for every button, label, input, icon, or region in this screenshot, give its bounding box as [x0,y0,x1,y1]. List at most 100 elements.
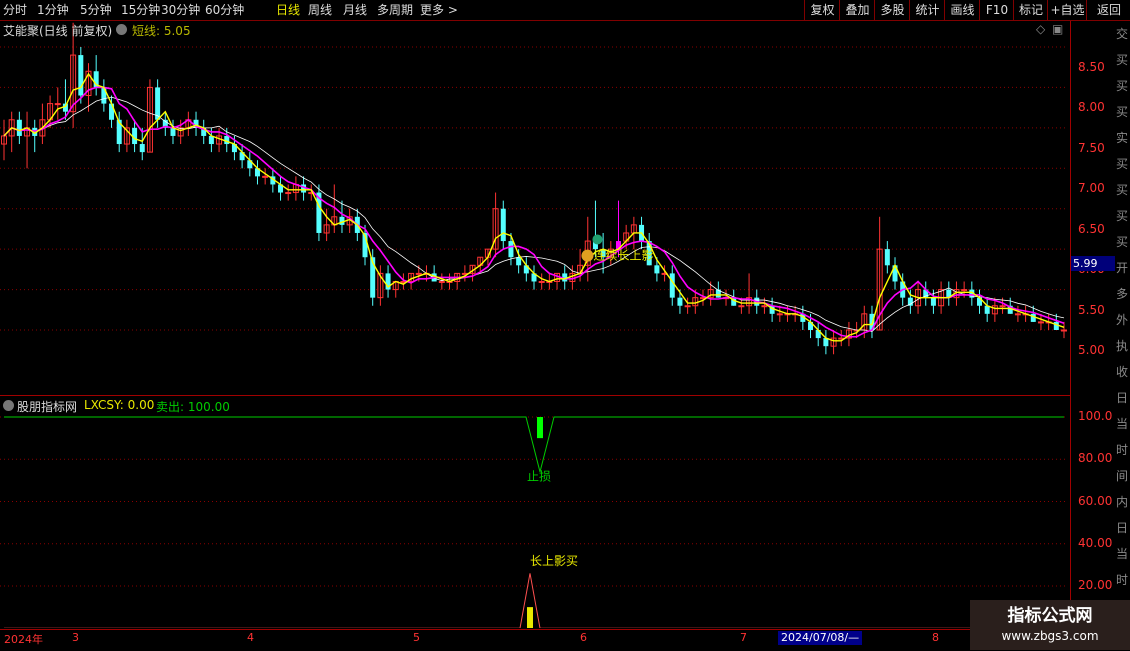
long-shadow-buy-label: 长上影买 [530,554,578,568]
period-tab[interactable]: 月线 [343,0,367,20]
right-side-strip: 交买买买实买买买买开多外执收日当时间内日当时间 [1114,21,1130,629]
strip-char: 内 [1116,495,1129,509]
period-tab[interactable]: 更多 > [420,0,458,20]
strip-char: 时 [1116,573,1129,587]
toolbar-button[interactable]: 标记 [1013,0,1048,20]
strip-char: 买 [1116,209,1129,223]
toolbar-button[interactable]: 统计 [909,0,945,20]
strip-char: 交 [1116,27,1129,41]
strip-char: 买 [1116,235,1129,249]
date-cursor: 2024/07/08/— [778,631,863,645]
candle-body [78,55,84,96]
date-label: 5 [413,631,420,644]
sell-label: 卖出: 100.00 [156,400,230,414]
price-tick: 8.00 [1078,100,1105,115]
sub-panel-title: 股朋指标网 [17,400,78,414]
site-watermark: 指标公式网 www.zbgs3.com [970,600,1130,650]
candle-body [516,257,522,266]
check-icon [592,234,603,245]
diamond-icon[interactable]: ◇ [1036,22,1045,36]
buy-bar [527,607,533,628]
strip-char: 日 [1116,391,1129,405]
panel-divider [0,395,1070,396]
toolbar-button[interactable]: 复权 [804,0,840,20]
main-panel-title: 艾能聚(日线 前复权) [3,24,113,38]
toolbar-button[interactable]: 返回 [1086,0,1130,20]
candle-body [1061,329,1067,332]
price-tick: 6.50 [1078,221,1105,236]
period-tab[interactable]: 分时 [3,0,27,20]
period-tab[interactable]: 1分钟 [37,0,69,20]
watermark-url: www.zbgs3.com [1001,629,1099,643]
strip-char: 日 [1116,521,1129,535]
strip-char: 开 [1116,261,1129,275]
candle-body [139,144,145,153]
candle-body [654,265,660,274]
strip-char: 买 [1116,157,1129,171]
candle-body [684,305,691,308]
strip-char: 时 [1116,443,1129,457]
strip-char: 当 [1116,547,1129,561]
date-label: 3 [72,631,79,644]
period-tab[interactable]: 5分钟 [80,0,112,20]
window-icon[interactable]: ▣ [1052,22,1063,36]
candle-body [262,175,269,178]
date-label: 2024年 [4,633,43,646]
strip-char: 当 [1116,417,1129,431]
period-tab[interactable]: 日线 [276,0,300,20]
strip-char: 间 [1116,469,1129,483]
toolbar-button[interactable]: 多股 [874,0,910,20]
period-tab[interactable]: 多周期 [377,0,413,20]
period-tab[interactable]: 30分钟 [161,0,200,20]
strip-char: 执 [1116,339,1129,353]
candle-body [500,208,506,242]
candle-body [776,313,783,316]
strip-char: 买 [1116,183,1129,197]
current-price-tag: 5.99 [1071,256,1115,271]
candle-body [677,297,683,306]
indicator-tick: 40.00 [1078,535,1113,550]
candle-body [16,119,22,136]
indicator-tick: 80.00 [1078,451,1113,466]
candle-body [884,249,890,266]
candle-body [961,289,968,292]
annotation-label: 连续长上影 [593,248,653,263]
candle-body [54,103,61,106]
candle-body [1014,313,1021,316]
ma-yellow-line [3,72,1065,342]
price-tick: 5.50 [1078,302,1105,317]
toolbar-button[interactable]: +自选 [1047,0,1087,20]
stop-bar [537,417,543,439]
strip-char: 买 [1116,79,1129,93]
sell-signal-line [4,416,1064,473]
watermark-title: 指标公式网 [1007,606,1093,626]
date-label: 7 [740,631,747,644]
period-tab[interactable]: 60分钟 [205,0,244,20]
date-axis: 2024年 3 4 5 6 7 8 2024/07/08/— [0,629,1130,651]
strip-char: 多 [1116,287,1129,301]
toolbar-button[interactable]: 画线 [944,0,980,20]
indicator-tick: 60.00 [1078,493,1113,508]
indicator-chart[interactable]: 止损长上影买 [0,396,1070,628]
date-label: 4 [247,631,254,644]
indicator-tick: 100.0 [1078,409,1113,423]
toolbar-button[interactable]: F10 [979,0,1014,20]
candle-body [538,280,545,283]
indicator-tick: 20.00 [1078,578,1113,592]
signal-icon [581,249,594,262]
period-tab[interactable]: 周线 [308,0,332,20]
candle-body [109,103,115,120]
candle-body [415,272,422,275]
strip-char: 外 [1116,313,1129,327]
toolbar-button[interactable]: 叠加 [839,0,875,20]
strip-char: 收 [1116,365,1129,379]
date-label: 8 [932,631,939,644]
period-tab[interactable]: 15分钟 [121,0,160,20]
strip-char: 实 [1116,131,1129,145]
candle-body [738,305,745,308]
settings-icon[interactable] [116,24,127,35]
strip-char: 买 [1116,53,1129,67]
candle-body [285,192,292,195]
candle-body [438,280,445,283]
sub-settings-icon[interactable] [3,400,14,411]
